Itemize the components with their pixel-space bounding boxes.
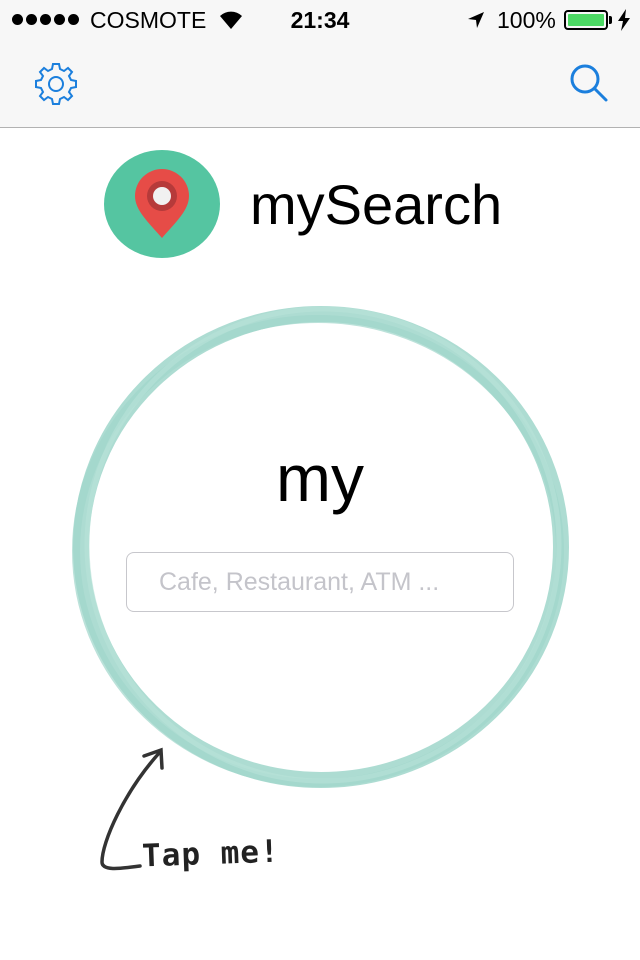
search-circle[interactable] (70, 304, 570, 794)
battery-tip (609, 16, 612, 24)
circle-label: my (276, 441, 364, 515)
app-title: mySearch (250, 173, 503, 236)
navigation-bar (0, 40, 640, 128)
battery-icon (564, 10, 608, 30)
charging-bolt-icon (618, 9, 630, 31)
status-bar: COSMOTE 21:34 100% (0, 0, 640, 40)
carrier-label: COSMOTE (90, 7, 207, 33)
tap-me-hint: Tap me! (141, 833, 281, 875)
wifi-icon (220, 11, 242, 29)
map-pin-icon (104, 150, 220, 258)
search-button[interactable] (568, 62, 612, 106)
settings-button[interactable] (34, 62, 78, 106)
battery-percent: 100% (497, 7, 556, 33)
signal-strength-icon (12, 14, 79, 25)
search-icon (570, 64, 608, 102)
location-arrow-icon (468, 12, 484, 28)
search-input[interactable] (126, 552, 514, 612)
gear-icon (35, 63, 77, 105)
